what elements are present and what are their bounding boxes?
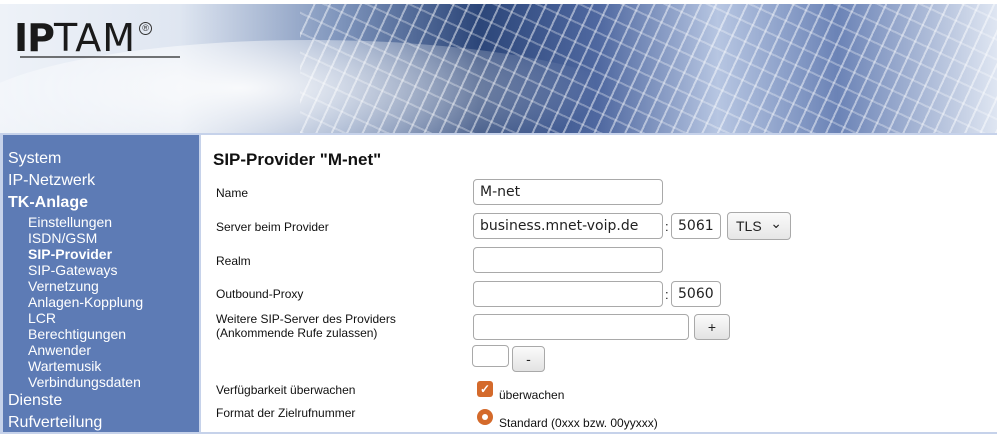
sidebar: System IP-Netzwerk TK-Anlage Einstellungen I… xyxy=(3,135,199,432)
sidebar-item-tk-anlage[interactable]: TK-Anlage xyxy=(3,192,199,214)
page-title: SIP-Provider "M-net" xyxy=(213,150,382,169)
server-label: Server beim Provider xyxy=(216,220,329,234)
main-content: SIP-Provider "M-net" Name M-net Server b… xyxy=(201,135,997,432)
registered-mark: ® xyxy=(139,22,153,35)
sidebar-item-verbindungsdaten[interactable]: Verbindungsdaten xyxy=(3,374,199,390)
transport-select[interactable]: TLS ⌄ xyxy=(727,212,791,240)
weitere-server-small-input[interactable] xyxy=(472,345,509,367)
realm-label: Realm xyxy=(216,254,251,268)
server-port-input[interactable]: 5061 xyxy=(671,213,721,239)
server-host-input[interactable]: business.mnet-voip.de xyxy=(473,213,663,239)
sidebar-item-berechtigungen[interactable]: Berechtigungen xyxy=(3,326,199,342)
weitere-server-label-line2: (Ankommende Rufe zulassen) xyxy=(216,326,378,340)
sidebar-item-isdn-gsm[interactable]: ISDN/GSM xyxy=(3,230,199,246)
standard-format-radio[interactable] xyxy=(477,409,493,425)
sidebar-item-ip-netzwerk[interactable]: IP-Netzwerk xyxy=(3,170,199,192)
name-label: Name xyxy=(216,186,249,200)
logo-bold-text: IP xyxy=(14,16,55,60)
sidebar-item-anlagen-kopplung[interactable]: Anlagen-Kopplung xyxy=(3,294,199,310)
format-label: Format der Zielrufnummer xyxy=(216,406,356,420)
sidebar-item-rufverteilung[interactable]: Rufverteilung xyxy=(3,412,199,434)
sidebar-item-sip-provider[interactable]: SIP-Provider xyxy=(3,246,199,262)
outbound-proxy-label: Outbound-Proxy xyxy=(216,287,304,301)
outbound-port-input[interactable]: 5060 xyxy=(671,281,721,307)
banner-grid-graphic xyxy=(300,0,997,133)
logo-text: TAM xyxy=(54,16,137,60)
sidebar-item-wartemusik[interactable]: Wartemusik xyxy=(3,358,199,374)
outbound-separator: : xyxy=(665,287,669,302)
chevron-down-icon: ⌄ xyxy=(770,215,782,231)
weitere-server-input[interactable] xyxy=(473,314,689,340)
add-server-button[interactable]: + xyxy=(694,314,730,340)
logo-underline xyxy=(20,56,180,58)
outbound-proxy-input[interactable] xyxy=(473,281,663,307)
sidebar-item-anwender[interactable]: Anwender xyxy=(3,342,199,358)
name-input[interactable]: M-net xyxy=(473,179,663,205)
ueberwachen-label: überwachen xyxy=(499,388,565,402)
sidebar-nav: System IP-Netzwerk TK-Anlage Einstellungen I… xyxy=(3,135,199,434)
top-border xyxy=(0,0,997,4)
ueberwachen-checkbox[interactable]: ✓ xyxy=(477,381,493,397)
header-banner: IP TAM ® xyxy=(0,0,997,133)
logo: IP TAM ® xyxy=(14,14,153,60)
sidebar-item-system[interactable]: System xyxy=(3,148,199,170)
sidebar-item-sip-gateways[interactable]: SIP-Gateways xyxy=(3,262,199,278)
realm-input[interactable] xyxy=(473,247,663,273)
weitere-server-label-line1: Weitere SIP-Server des Providers xyxy=(216,312,396,326)
remove-server-button[interactable]: - xyxy=(512,346,545,372)
transport-value: TLS xyxy=(736,218,762,234)
sidebar-item-einstellungen[interactable]: Einstellungen xyxy=(3,214,199,230)
weitere-server-label: Weitere SIP-Server des Providers (Ankomm… xyxy=(216,312,396,340)
verfuegbarkeit-label: Verfügbarkeit überwachen xyxy=(216,383,356,397)
sidebar-item-vernetzung[interactable]: Vernetzung xyxy=(3,278,199,294)
standard-format-label: Standard (0xxx bzw. 00yyxxx) xyxy=(499,416,658,430)
server-separator: : xyxy=(665,219,669,234)
sidebar-item-lcr[interactable]: LCR xyxy=(3,310,199,326)
sidebar-item-dienste[interactable]: Dienste xyxy=(3,390,199,412)
